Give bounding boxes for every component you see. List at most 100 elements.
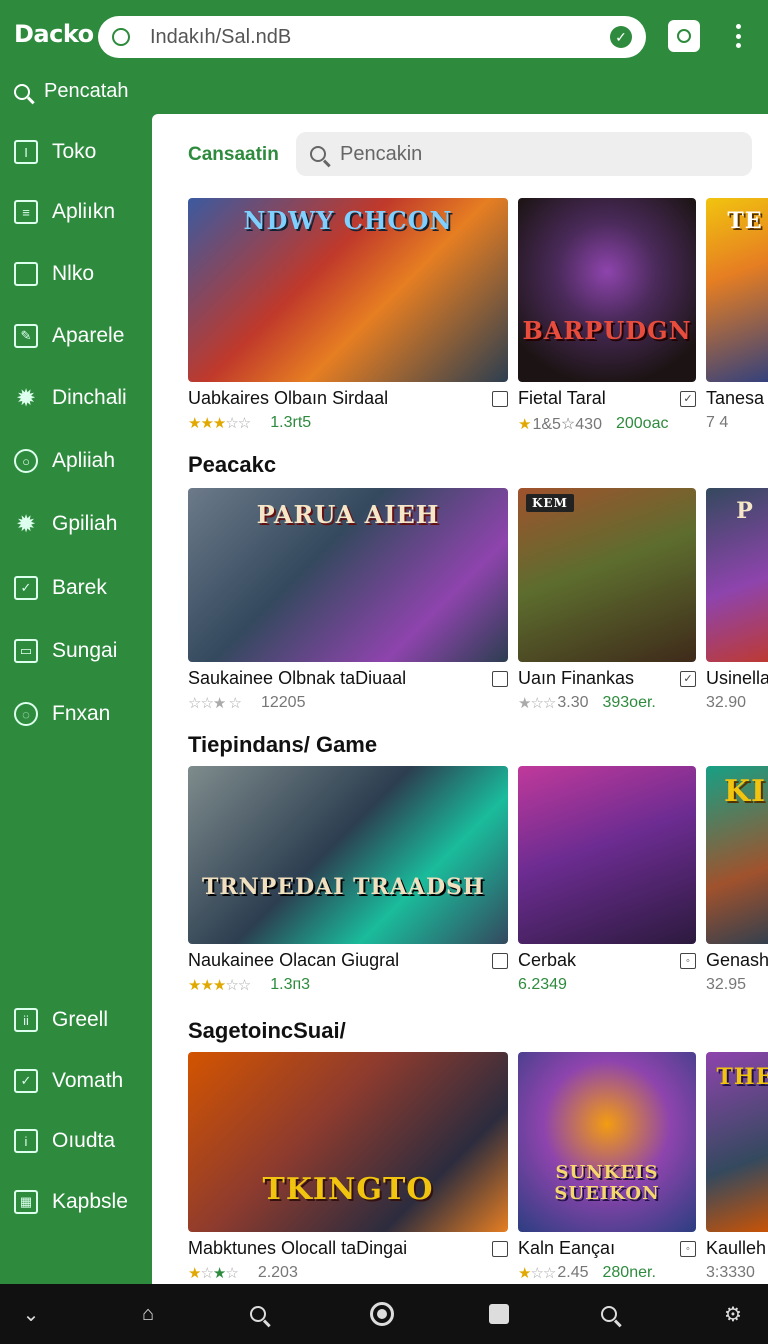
checkbox-icon: ✓ [14,576,38,600]
recents-icon[interactable] [486,1301,512,1327]
game-card[interactable]: P Usinella 32.90 [706,488,768,712]
game-card[interactable]: BARPUDGN Fietal Taral ✓ ★ 1&5☆430 200oac [518,198,696,434]
select-checkbox[interactable]: ◦ [680,952,696,969]
tabs-button[interactable] [668,20,700,52]
game-title[interactable]: Uabkaires Olbaın Sirdaal [188,388,388,409]
main-panel: Cansaatin Pencakin NDWY CHCON Uabkaires … [152,114,768,1284]
game-thumbnail[interactable]: NDWY CHCON [188,198,508,382]
game-card[interactable]: TE Tanesa 7 4 [706,198,768,432]
site-info-icon[interactable] [112,28,130,46]
rating-value: 32.90 [706,694,747,711]
sidebar-item-apliiah[interactable]: ○ Apliiah [14,449,115,473]
app-brand[interactable]: Dacko [14,20,94,48]
rating-value: 7 4 [706,414,729,431]
game-card[interactable]: Cerbak ◦ 6.2349 [518,766,696,994]
download-count: 2.203 [257,1264,298,1281]
page-title[interactable]: Cansaatin [188,144,279,166]
select-checkbox[interactable] [492,670,508,687]
game-title[interactable]: Mabktunes Olocall taDingai [188,1238,407,1259]
home-icon[interactable]: ⌂ [135,1301,161,1327]
game-title[interactable]: Usinella [706,668,768,689]
game-title[interactable]: Genash [706,950,768,971]
address-bar[interactable]: Indakıh/Sal.ndB ✓ [98,16,646,58]
section-title[interactable]: Peacakc [188,452,276,478]
search-icon[interactable] [250,1301,278,1327]
sidebar-item-toko[interactable]: I Toko [14,140,96,164]
sidebar-item-fnxan[interactable]: ◌ Fnxan [14,702,110,726]
game-title[interactable]: Naukainee Olacan Giugral [188,950,399,971]
game-card[interactable]: THE Kaulleh 3:3330 [706,1052,768,1282]
search-icon [14,83,30,100]
game-title[interactable]: Cerbak [518,950,576,971]
game-thumbnail[interactable]: TRNPEDAI TRAADSH [188,766,508,944]
select-checkbox[interactable]: ✓ [680,390,696,407]
overflow-menu-button[interactable] [728,20,748,52]
sidebar-item-gpiliah[interactable]: ✹ Gpiliah [14,511,118,538]
verified-check-icon: ✓ [610,26,632,48]
sidebar-item-label: Vomath [52,1069,124,1092]
game-thumbnail[interactable]: BARPUDGN [518,198,696,382]
sidebar-item-label: Aparele [52,324,125,347]
sidebar-item-vomath[interactable]: ✓ Vomath [14,1069,123,1093]
home-circle-icon[interactable] [369,1301,395,1327]
game-thumbnail[interactable]: KEM [518,488,696,662]
download-count: 12205 [260,694,306,711]
sidebar-item-dinchali[interactable]: ✹ Dinchali [14,385,127,412]
game-card[interactable]: SUNKEIS SUEIKON Kaln Eançaı ◦ ★☆☆ 2.45 280n… [518,1052,696,1282]
game-title[interactable]: Saukainee Olbnak taDiuaal [188,668,406,689]
search-circle-icon: ○ [14,449,38,473]
sidebar-item-aparele[interactable]: ✎ Aparele [14,324,124,348]
game-card[interactable]: PARUA AIEH Saukainee Olbnak taDiuaal ☆☆★… [188,488,508,712]
sidebar-item-label: Nlko [52,262,95,285]
game-title[interactable]: Kaulleh [706,1238,766,1259]
sidebar-item-oiudta[interactable]: i Oıudta [14,1129,115,1153]
game-thumbnail[interactable]: TKINGTO [188,1052,508,1232]
game-card[interactable]: NDWY CHCON Uabkaires Olbaın Sirdaal ★★★☆… [188,198,508,432]
game-card[interactable]: KEM Uaın Finankas ✓ ★☆☆ 3.30 393oer. [518,488,696,712]
download-count: 280ner. [602,1264,656,1281]
game-title[interactable]: Kaln Eançaı [518,1238,615,1259]
select-checkbox[interactable] [492,390,508,407]
gear-icon[interactable]: ⚙ [720,1301,746,1327]
game-thumbnail[interactable]: P [706,488,768,662]
document-icon: ≡ [14,200,38,224]
grid-icon: ▦ [14,1190,38,1214]
sidebar-search[interactable]: Pencatah [14,80,129,103]
select-checkbox[interactable] [492,1240,508,1257]
game-thumbnail[interactable]: TE [706,198,768,382]
game-thumbnail[interactable] [518,766,696,944]
game-card[interactable]: KI Genash 32.95 [706,766,768,994]
select-checkbox[interactable]: ◦ [680,1240,696,1257]
select-checkbox[interactable] [492,952,508,969]
game-title[interactable]: Fietal Taral [518,388,606,409]
game-thumbnail[interactable]: KI [706,766,768,944]
rating-stars: ★☆☆ [518,695,556,712]
download-count: 1.3п3 [270,976,311,993]
chevron-down-icon[interactable]: ⌄ [18,1301,44,1327]
game-thumbnail[interactable]: SUNKEIS SUEIKON [518,1052,696,1232]
search-input[interactable]: Pencakin [296,132,752,176]
game-thumbnail[interactable]: PARUA AIEH [188,488,508,662]
game-title[interactable]: Uaın Finankas [518,668,634,689]
sidebar-item-greell[interactable]: ii Greell [14,1008,108,1032]
sidebar-item-barek[interactable]: ✓ Barek [14,576,107,600]
top-bar: Dacko Indakıh/Sal.ndB ✓ [0,0,768,72]
sidebar-item-apliikn[interactable]: ≡ Apliıkn [14,200,115,224]
sidebar-item-kapbsle[interactable]: ▦ Kapbsle [14,1190,128,1214]
sidebar-item-label: Gpiliah [52,512,118,535]
sidebar-item-nlko[interactable]: Nlko [14,262,94,286]
section-title[interactable]: Tiepindans/ Game [188,732,377,758]
sidebar-item-label: Toko [52,140,97,163]
search-icon[interactable] [601,1301,629,1327]
checkbox-icon: ✓ [14,1069,38,1093]
rating-stars: ★ [518,416,531,433]
game-card[interactable]: TRNPEDAI TRAADSH Naukainee Olacan Giugra… [188,766,508,994]
game-title[interactable]: Tanesa [706,388,764,409]
section-title[interactable]: SagetoincSuai/ [188,1018,346,1044]
game-thumbnail[interactable]: THE [706,1052,768,1232]
url-text[interactable]: Indakıh/Sal.ndB [150,26,610,49]
select-checkbox[interactable]: ✓ [680,670,696,687]
sidebar-item-sungai[interactable]: ▭ Sungai [14,639,117,663]
sidebar-item-label: Dinchali [52,386,127,409]
game-card[interactable]: TKINGTO Mabktunes Olocall taDingai ★☆★☆ 2… [188,1052,508,1282]
